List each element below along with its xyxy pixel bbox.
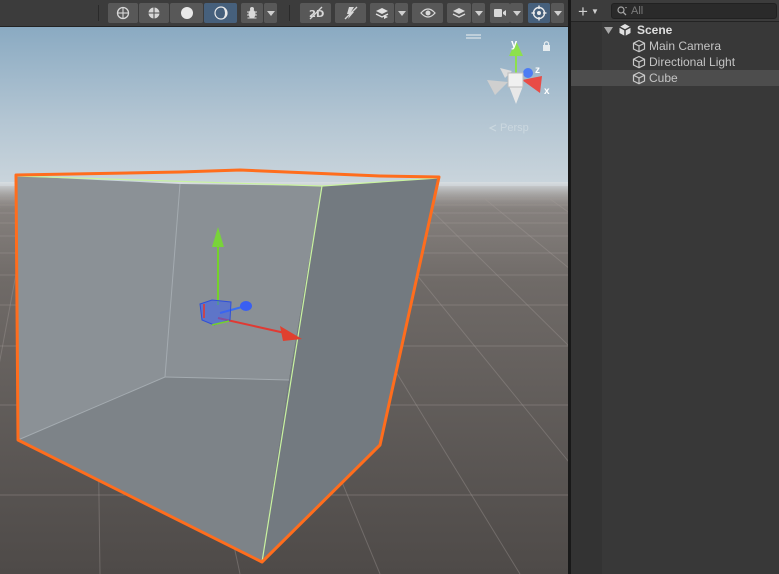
2d-toggle-icon[interactable]: 2D [300,3,331,23]
unity-scene-icon [617,22,633,38]
orient-z-cone[interactable] [523,68,533,78]
lighting-toggle-icon[interactable] [335,3,366,23]
draw-mode-unlit-icon[interactable] [170,3,203,23]
hierarchy-item-label: Main Camera [649,39,722,53]
gameobject-cube-icon [631,54,647,70]
scene-toolbar: 2D [0,0,568,27]
audio-effects-icon[interactable] [370,3,394,23]
hierarchy-item-label: Directional Light [649,55,736,69]
toolbar-separator [98,5,99,21]
gizmo-z-cone[interactable] [240,301,252,311]
expand-arrow-icon[interactable] [604,26,614,34]
visibility-icon[interactable] [412,3,443,23]
hierarchy-item-scene[interactable]: Scene [571,22,779,38]
gameobject-cube-icon [631,38,647,54]
orient-z-label: z [535,65,540,76]
scene-view[interactable]: 2D y z x Persp [0,0,568,574]
projection-label[interactable]: Persp [500,122,529,134]
search-input[interactable] [628,4,761,18]
camera-icon[interactable] [490,3,510,23]
hierarchy-panel: + ▼ Scene Main Camera Directional Light [571,0,779,574]
plus-icon: + [578,1,588,21]
chevron-down-icon: ▼ [590,6,599,16]
hierarchy-item-cube[interactable]: Cube [571,70,779,86]
effects-dropdown[interactable] [395,3,408,23]
hierarchy-gutter [571,22,602,574]
debug-draw-icon[interactable] [241,3,263,23]
debug-draw-dropdown[interactable] [264,3,277,23]
search-icon [617,6,627,16]
scene-viewport[interactable]: y z x Persp [0,27,568,574]
hierarchy-item-label: Scene [637,23,673,37]
draw-mode-shaded-wireframe-icon[interactable] [139,3,169,23]
hierarchy-item-label: Cube [649,71,678,85]
hierarchy-search[interactable] [611,3,777,19]
orient-center-cube[interactable] [507,72,524,88]
add-button[interactable]: + ▼ [575,2,605,20]
draw-mode-shaded-icon[interactable] [204,3,237,23]
hierarchy-item-directional-light[interactable]: Directional Light [571,54,779,70]
gizmos-icon[interactable] [528,3,550,23]
gameobject-cube-icon [631,70,647,86]
draw-mode-wireframe-icon[interactable] [108,3,138,23]
layers-icon[interactable] [447,3,471,23]
hierarchy-item-main-camera[interactable]: Main Camera [571,38,779,54]
orient-x-label: x [544,86,550,97]
gizmos-dropdown[interactable] [551,3,564,23]
hierarchy-toolbar: + ▼ [571,0,779,22]
camera-dropdown[interactable] [510,3,523,23]
orient-y-label: y [511,38,518,50]
layers-dropdown[interactable] [472,3,485,23]
toolbar-separator [289,5,290,21]
